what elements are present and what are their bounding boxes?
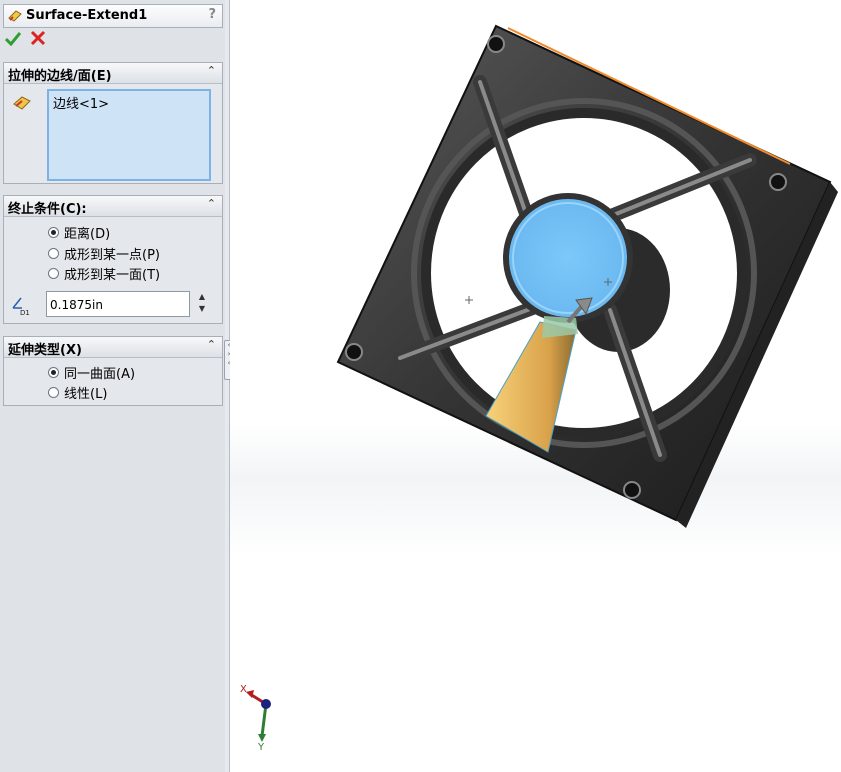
radio-button[interactable] [48, 267, 59, 279]
orientation-triad: X Y [240, 684, 271, 752]
radio-button-selected[interactable] [48, 366, 59, 378]
distance-icon-label: D1 [20, 309, 30, 316]
extension-type-section: 延伸类型(X) ⌃ 同一曲面(A) 线性(L) [3, 336, 223, 406]
collapse-icon[interactable]: ⌃ [207, 338, 216, 351]
radio-same-surface-label: 同一曲面(A) [64, 366, 136, 382]
feature-title: Surface-Extend1 [26, 8, 148, 23]
help-icon[interactable]: ? [208, 7, 216, 22]
extension-type-section-header[interactable]: 延伸类型(X) ⌃ [4, 337, 222, 358]
distance-dimension-icon: D1 [12, 297, 30, 316]
collapse-icon[interactable]: ⌃ [207, 64, 216, 77]
spin-down-icon[interactable]: ▼ [194, 303, 210, 315]
radio-up-to-surface[interactable]: 成形到某一面(T) [48, 264, 161, 283]
triad-x-label: X [240, 684, 247, 695]
edges-section-title: 拉伸的边线/面(E) [8, 69, 112, 84]
edge-selection-icon [13, 96, 31, 110]
radio-up-to-point[interactable]: 成形到某一点(P) [48, 244, 160, 263]
distance-spinner[interactable]: ▲ ▼ [194, 291, 210, 317]
list-item[interactable]: 边线<1> [53, 93, 109, 112]
hub-face-selected [503, 193, 633, 323]
radio-button[interactable] [48, 386, 59, 398]
spin-up-icon[interactable]: ▲ [194, 291, 210, 303]
radio-up-to-surface-label: 成形到某一面(T) [64, 267, 161, 283]
ok-check-icon[interactable] [5, 30, 21, 46]
radio-button[interactable] [48, 247, 59, 259]
fan-model[interactable] [230, 0, 841, 772]
surface-extend-icon [8, 10, 22, 22]
end-condition-section: 终止条件(C): ⌃ 距离(D) 成形到某一点(P) 成形到某一面(T) D1 … [3, 195, 223, 324]
property-manager-header: Surface-Extend1 ? [3, 4, 223, 28]
end-condition-section-header[interactable]: 终止条件(C): ⌃ [4, 196, 222, 217]
extension-type-section-title: 延伸类型(X) [8, 343, 82, 358]
radio-linear[interactable]: 线性(L) [48, 383, 108, 402]
radio-linear-label: 线性(L) [64, 386, 108, 402]
collapse-icon[interactable]: ⌃ [207, 197, 216, 210]
end-condition-section-title: 终止条件(C): [8, 202, 87, 217]
radio-same-surface[interactable]: 同一曲面(A) [48, 363, 136, 382]
distance-input[interactable]: 0.1875in [46, 291, 190, 317]
radio-up-to-point-label: 成形到某一点(P) [64, 247, 160, 263]
graphics-viewport[interactable]: X Y [230, 0, 841, 772]
edges-section: 拉伸的边线/面(E) ⌃ 边线<1> [3, 62, 223, 184]
radio-button-selected[interactable] [48, 226, 59, 238]
triad-y-label: Y [257, 742, 265, 752]
radio-distance[interactable]: 距离(D) [48, 223, 111, 242]
edges-section-header[interactable]: 拉伸的边线/面(E) ⌃ [4, 63, 222, 84]
cancel-x-icon[interactable] [30, 30, 46, 46]
property-manager-panel: Surface-Extend1 ? 拉伸的边线/面(E) ⌃ 边线<1> 终止条… [0, 0, 226, 772]
radio-distance-label: 距离(D) [64, 226, 111, 242]
edges-selection-box[interactable]: 边线<1> [47, 89, 211, 181]
